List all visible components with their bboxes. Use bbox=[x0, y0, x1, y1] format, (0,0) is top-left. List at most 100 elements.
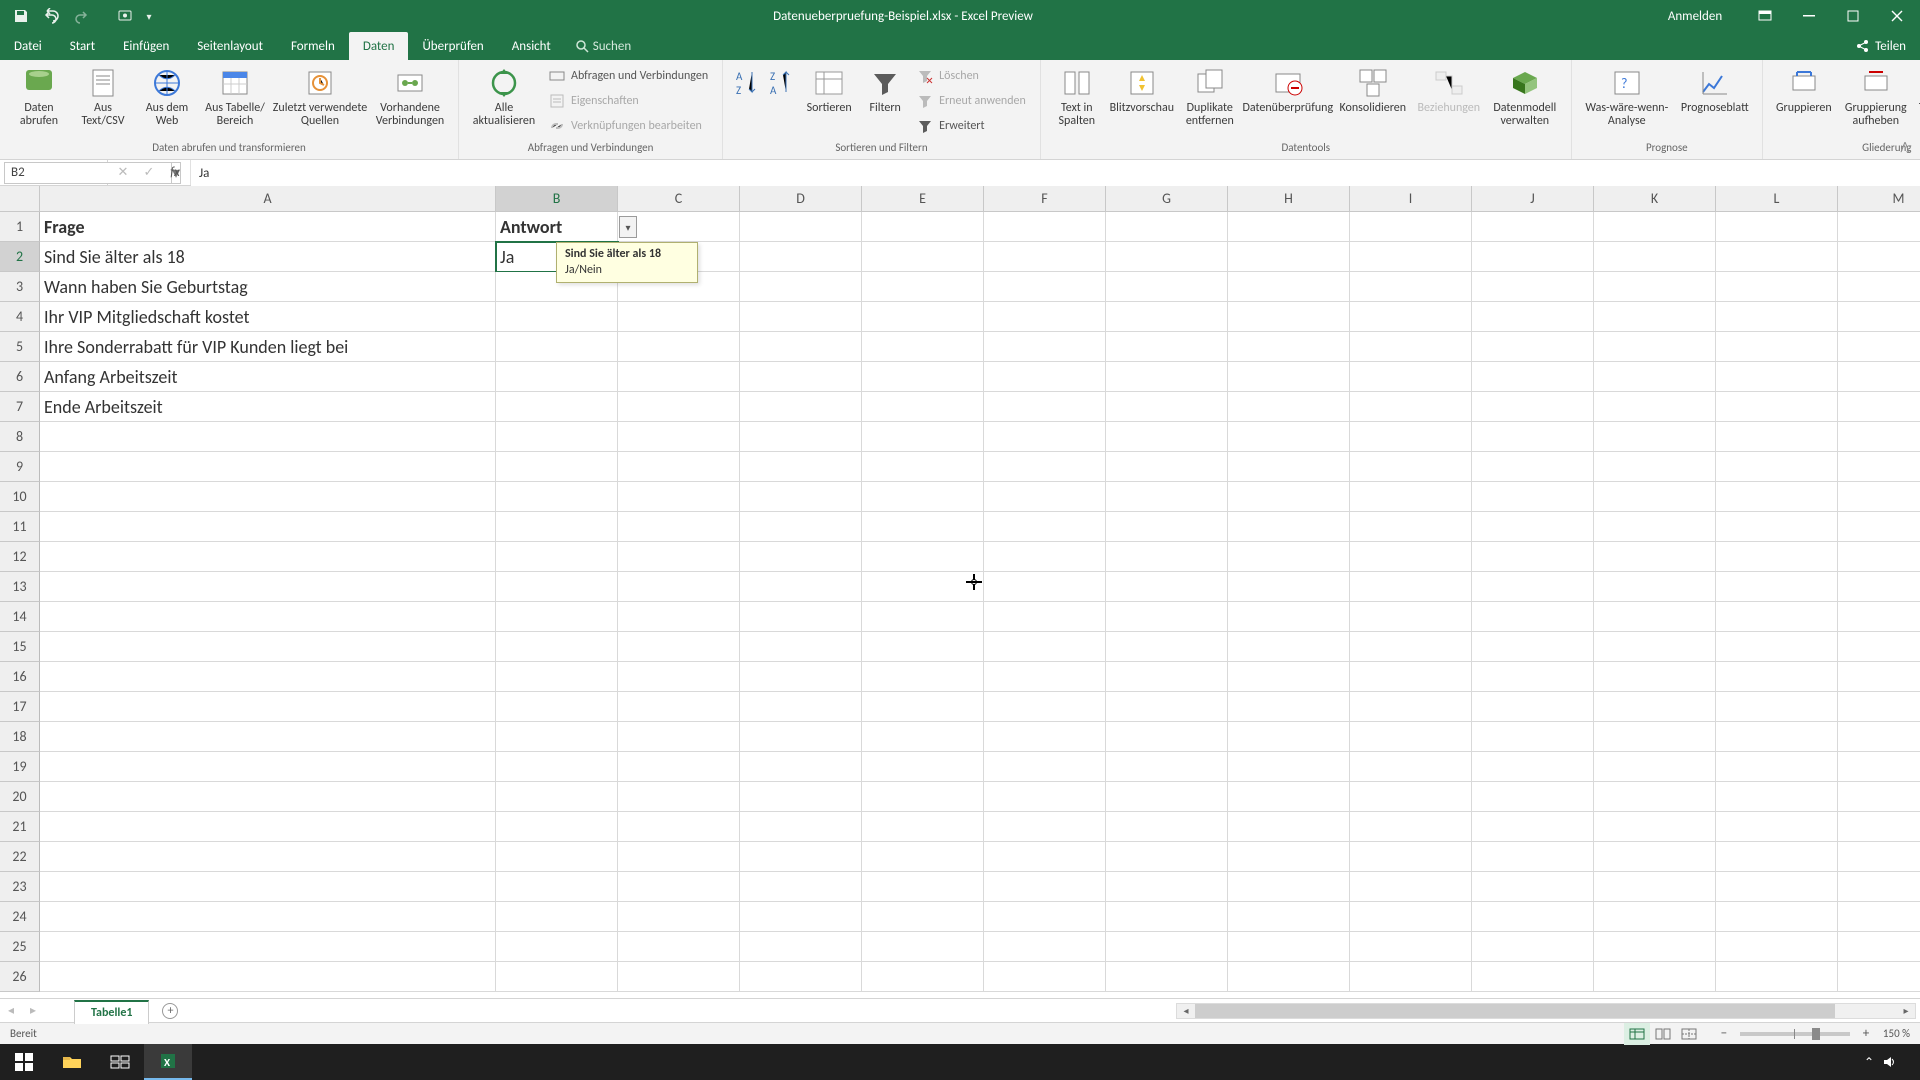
cell[interactable] bbox=[1594, 722, 1716, 752]
cell[interactable] bbox=[618, 482, 740, 512]
cell[interactable] bbox=[1228, 872, 1350, 902]
recent-sources-button[interactable]: Zuletzt verwendete Quellen bbox=[272, 64, 368, 128]
cell[interactable] bbox=[40, 752, 496, 782]
column-header-C[interactable]: C bbox=[618, 186, 740, 212]
cell[interactable] bbox=[40, 662, 496, 692]
cell[interactable] bbox=[40, 962, 496, 992]
cell[interactable] bbox=[740, 632, 862, 662]
cell[interactable] bbox=[1228, 212, 1350, 242]
cell[interactable] bbox=[1350, 602, 1472, 632]
cell[interactable] bbox=[1228, 392, 1350, 422]
group-button[interactable]: Gruppieren bbox=[1771, 64, 1837, 115]
cell[interactable] bbox=[1472, 572, 1594, 602]
cell[interactable] bbox=[618, 542, 740, 572]
cell[interactable] bbox=[618, 872, 740, 902]
hscroll-thumb[interactable] bbox=[1195, 1004, 1835, 1018]
cell[interactable] bbox=[1350, 812, 1472, 842]
new-sheet-button[interactable]: + bbox=[157, 999, 183, 1023]
cell[interactable] bbox=[1594, 812, 1716, 842]
cell[interactable] bbox=[984, 272, 1106, 302]
cell[interactable] bbox=[1106, 512, 1228, 542]
cell[interactable] bbox=[862, 332, 984, 362]
cell[interactable] bbox=[1838, 392, 1920, 422]
sheet-tab-active[interactable]: Tabelle1 bbox=[74, 1000, 149, 1024]
cell[interactable] bbox=[1594, 422, 1716, 452]
column-header-D[interactable]: D bbox=[740, 186, 862, 212]
cell[interactable] bbox=[1716, 242, 1838, 272]
cell[interactable] bbox=[1228, 932, 1350, 962]
cell[interactable] bbox=[496, 332, 618, 362]
column-header-A[interactable]: A bbox=[40, 186, 496, 212]
filter-button[interactable]: Filtern bbox=[861, 64, 909, 115]
cell[interactable] bbox=[1350, 482, 1472, 512]
cell[interactable] bbox=[1228, 572, 1350, 602]
cell[interactable] bbox=[1350, 722, 1472, 752]
cell[interactable] bbox=[1228, 362, 1350, 392]
cell[interactable] bbox=[1228, 542, 1350, 572]
cell[interactable] bbox=[1106, 452, 1228, 482]
cell[interactable] bbox=[40, 692, 496, 722]
cell[interactable] bbox=[1716, 872, 1838, 902]
tray-chevron-icon[interactable]: ⌃ bbox=[1864, 1055, 1874, 1070]
forecast-sheet-button[interactable]: Prognoseblatt bbox=[1676, 64, 1754, 115]
cell[interactable] bbox=[1472, 422, 1594, 452]
row-header[interactable]: 18 bbox=[0, 722, 40, 752]
cell[interactable] bbox=[862, 782, 984, 812]
cell[interactable] bbox=[1594, 272, 1716, 302]
cell[interactable] bbox=[618, 332, 740, 362]
cell[interactable] bbox=[740, 842, 862, 872]
cell[interactable] bbox=[618, 452, 740, 482]
signin-link[interactable]: Anmelden bbox=[1650, 0, 1740, 32]
properties-button[interactable]: Eigenschaften bbox=[543, 89, 714, 113]
cell[interactable] bbox=[40, 932, 496, 962]
cell[interactable] bbox=[1472, 692, 1594, 722]
cell[interactable] bbox=[40, 572, 496, 602]
cell[interactable] bbox=[1472, 872, 1594, 902]
cell[interactable] bbox=[1228, 782, 1350, 812]
cell[interactable] bbox=[862, 692, 984, 722]
cell[interactable] bbox=[984, 332, 1106, 362]
column-header-G[interactable]: G bbox=[1106, 186, 1228, 212]
cell[interactable] bbox=[1716, 452, 1838, 482]
cell[interactable] bbox=[1350, 302, 1472, 332]
clear-filter-button[interactable]: Löschen bbox=[911, 64, 1032, 88]
cell[interactable] bbox=[984, 482, 1106, 512]
cell[interactable] bbox=[1838, 512, 1920, 542]
from-table-range-button[interactable]: Aus Tabelle/ Bereich bbox=[200, 64, 270, 128]
sort-za-button[interactable]: ZA bbox=[765, 64, 797, 102]
cell[interactable] bbox=[1350, 692, 1472, 722]
cell[interactable] bbox=[618, 932, 740, 962]
row-header[interactable]: 16 bbox=[0, 662, 40, 692]
cell[interactable] bbox=[1472, 782, 1594, 812]
maximize-icon[interactable] bbox=[1834, 0, 1872, 32]
cell[interactable] bbox=[496, 422, 618, 452]
row-header[interactable]: 23 bbox=[0, 872, 40, 902]
cell[interactable] bbox=[496, 902, 618, 932]
ribbon-tab-einfügen[interactable]: Einfügen bbox=[109, 32, 183, 60]
cell[interactable] bbox=[618, 842, 740, 872]
cell[interactable] bbox=[1472, 662, 1594, 692]
cell[interactable] bbox=[1716, 812, 1838, 842]
cell[interactable] bbox=[740, 362, 862, 392]
edit-links-button[interactable]: Verknüpfungen bearbeiten bbox=[543, 114, 714, 138]
cell[interactable] bbox=[1472, 332, 1594, 362]
cell[interactable] bbox=[1472, 482, 1594, 512]
cell[interactable] bbox=[1106, 872, 1228, 902]
cell[interactable] bbox=[1106, 602, 1228, 632]
row-header[interactable]: 12 bbox=[0, 542, 40, 572]
cell[interactable] bbox=[1228, 902, 1350, 932]
cell[interactable] bbox=[862, 302, 984, 332]
cell[interactable] bbox=[496, 722, 618, 752]
cell[interactable] bbox=[1716, 602, 1838, 632]
cell[interactable] bbox=[862, 602, 984, 632]
cell[interactable]: Ihre Sonderrabatt für VIP Kunden liegt b… bbox=[40, 332, 496, 362]
share-button[interactable]: Teilen bbox=[1841, 32, 1920, 60]
cell[interactable] bbox=[496, 782, 618, 812]
cell[interactable] bbox=[40, 842, 496, 872]
cell[interactable] bbox=[740, 512, 862, 542]
row-header[interactable]: 20 bbox=[0, 782, 40, 812]
cell[interactable] bbox=[862, 422, 984, 452]
cell[interactable] bbox=[1838, 932, 1920, 962]
undo-icon[interactable] bbox=[38, 3, 64, 29]
cell[interactable] bbox=[1716, 842, 1838, 872]
